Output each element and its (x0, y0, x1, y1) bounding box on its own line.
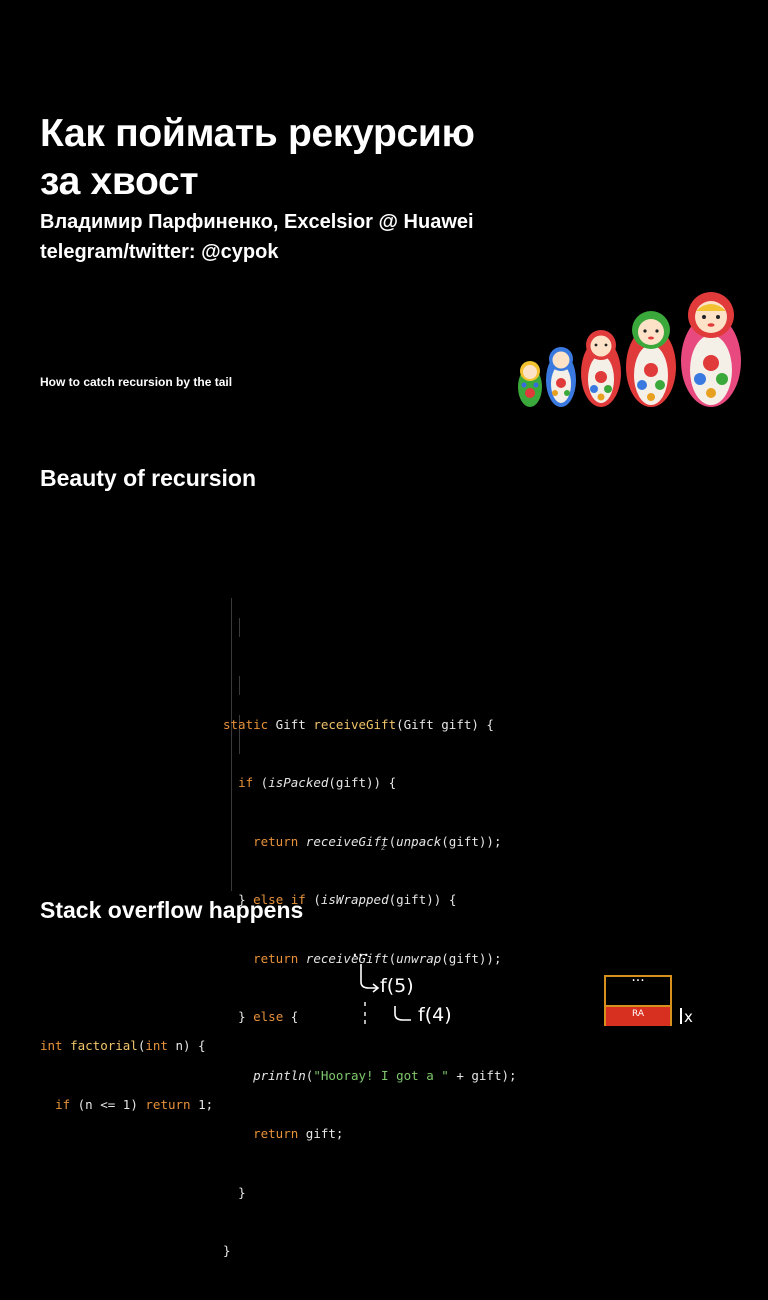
code-token: static (223, 716, 269, 732)
title-line-1: Как поймать рекурсию (40, 112, 475, 155)
stack-ellipsis: ... (631, 969, 645, 985)
code-token: ( (253, 775, 269, 790)
code-token: gift; (298, 1126, 344, 1141)
code-line: return gift; (223, 1124, 517, 1144)
code-token: return (253, 833, 299, 849)
stack-overflow-slide: Stack overflow happens int factorial(int… (0, 880, 768, 1112)
code-token: (n <= 1) (70, 1096, 146, 1112)
call-f4: f(4) (418, 1004, 452, 1026)
code-token: "Hooray! I got a " (313, 1067, 449, 1083)
code-token: (gift)); (441, 833, 502, 849)
code-token: return (253, 1126, 299, 1141)
call-f5: f(5) (380, 975, 414, 997)
code-token: 1; (190, 1096, 214, 1112)
author-line: Владимир Парфиненко, Excelsior @ Huawei (40, 211, 474, 233)
indent-guide (239, 676, 240, 695)
matryoshka-doll-icon (546, 347, 576, 407)
title-line-2: за хвост (40, 160, 199, 203)
code-token: println (253, 1067, 306, 1083)
slide-heading: Beauty of recursion (40, 465, 256, 491)
code-line: int factorial(int n) { (40, 1036, 213, 1056)
matryoshka-dolls-icon (518, 292, 741, 407)
code-token: if (238, 775, 254, 790)
stack-return-address: RA (606, 1007, 670, 1026)
code-line: if (n <= 1) return 1; (40, 1095, 213, 1115)
code-token: } (223, 1243, 231, 1258)
code-line: static Gift receiveGift(Gift gift) { (223, 715, 517, 735)
code-token: } (238, 1184, 246, 1200)
matryoshka-doll-icon (681, 292, 741, 407)
code-line: } (223, 1183, 517, 1203)
beauty-of-recursion-slide: Beauty of recursion static Gift receiveG… (0, 440, 768, 1258)
slide-title: Как поймать рекурсию за хвост (40, 110, 475, 206)
indent-guide (239, 618, 240, 637)
page-number: 2 (381, 845, 385, 852)
code-token: if (55, 1096, 71, 1112)
english-title: How to catch recursion by the tail (40, 375, 233, 389)
stack-frame: ... RA (604, 969, 672, 1026)
title-slide: Как поймать рекурсию за хвост Владимир П… (0, 0, 768, 440)
code-token: ( (388, 833, 397, 849)
code-line: println("Hooray! I got a " + gift); (223, 1066, 517, 1086)
code-token: ( (305, 1067, 314, 1083)
matryoshka-doll-icon (626, 311, 676, 407)
ellipsis-text: ... (352, 940, 370, 961)
code-token: int (145, 1038, 168, 1053)
code-token: receiveGift (305, 833, 389, 849)
code-token: ( (137, 1038, 146, 1053)
contact-line: telegram/twitter: @cypok (40, 241, 279, 263)
code-token: unpack (396, 833, 442, 849)
code-block: int factorial(int n) { if (n <= 1) retur… (40, 997, 213, 1153)
side-mark: x (684, 1008, 693, 1026)
code-line: } (223, 1241, 517, 1261)
matryoshka-doll-icon (581, 330, 621, 407)
matryoshka-doll-icon (518, 361, 542, 407)
code-line: return receiveGift(unpack(gift)); (223, 832, 517, 852)
code-token: (gift)) { (328, 775, 397, 790)
code-token: isPacked (268, 775, 329, 790)
code-token: Gift (268, 716, 314, 732)
slide-heading: Stack overflow happens (40, 897, 304, 923)
code-token: (Gift gift) { (396, 716, 494, 732)
code-token: return (145, 1096, 191, 1112)
code-token: + gift); (448, 1067, 517, 1083)
code-token: n) { (167, 1038, 206, 1053)
code-token: receiveGift (313, 716, 397, 732)
side-bracket (680, 1008, 682, 1024)
code-token: int (40, 1038, 63, 1053)
code-line: if (isPacked(gift)) { (223, 773, 517, 793)
code-token: factorial (62, 1038, 138, 1053)
